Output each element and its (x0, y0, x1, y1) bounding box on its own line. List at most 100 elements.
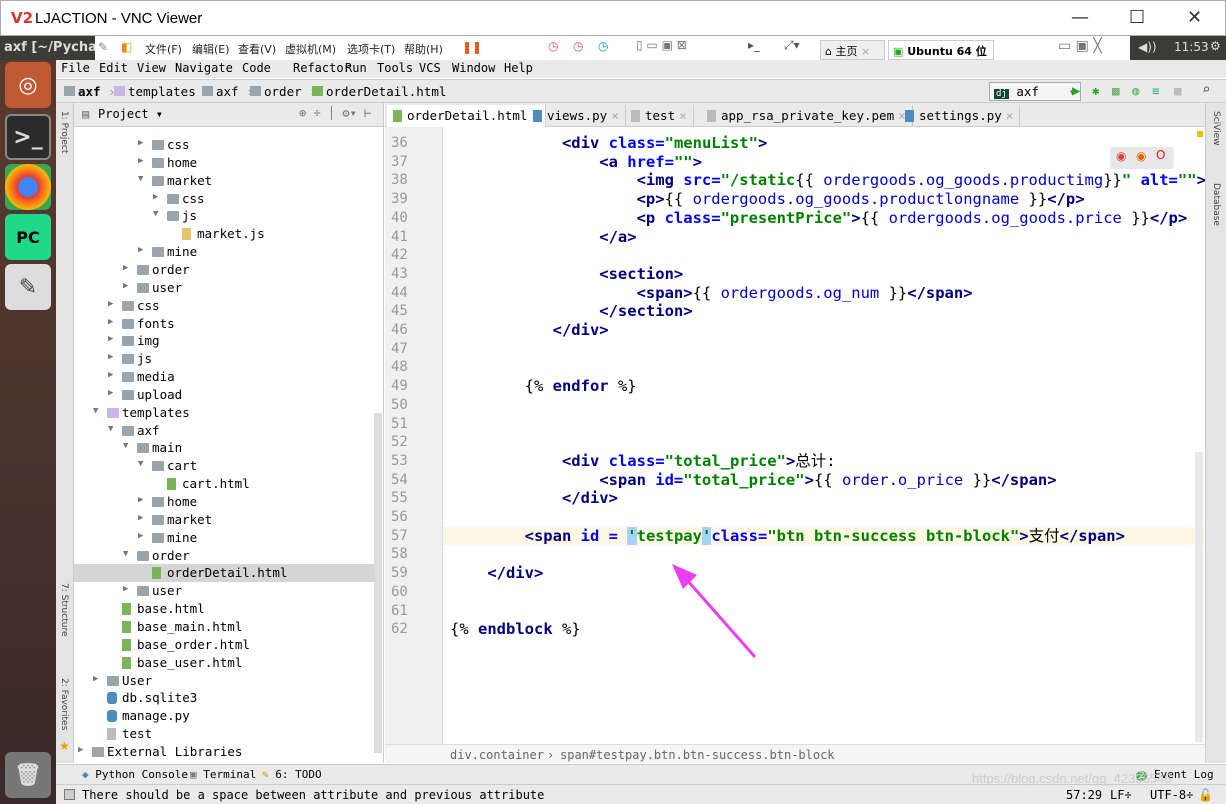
editor-tab[interactable]: settings.py × (899, 105, 1021, 127)
opera-preview-icon[interactable]: O (1156, 148, 1165, 162)
pause-icon[interactable]: ❚❚ (462, 40, 482, 54)
panel-actions[interactable]: ⊕ ÷ │ ⚙▾ ⊢ (299, 106, 371, 120)
tree-item[interactable]: base_main.html (74, 618, 382, 636)
code-line[interactable]: </section> (599, 302, 692, 321)
chevron-right-icon[interactable]: ▶ (93, 674, 98, 684)
tree-item[interactable]: test (74, 725, 382, 743)
tree-item[interactable]: ▶ fonts (74, 315, 382, 333)
menu-window[interactable]: Window (452, 61, 495, 75)
chevron-right-icon[interactable]: ▶ (108, 370, 113, 380)
crumb-span[interactable]: span#testpay.btn.btn-success.btn-block (560, 748, 835, 762)
vnc-menu-item[interactable]: 选项卡(T) (347, 41, 395, 57)
menu-tools[interactable]: Tools (377, 61, 413, 75)
tree-item[interactable]: cart.html (74, 475, 382, 493)
line-separator[interactable]: LF÷ (1110, 788, 1132, 802)
minimize-button[interactable]: — (1071, 7, 1089, 28)
tree-item[interactable]: ▶ img (74, 332, 382, 350)
file-encoding[interactable]: UTF-8÷ (1150, 788, 1193, 802)
code-line[interactable]: <p class="presentPrice">{{ ordergoods.og… (637, 209, 1188, 228)
tree-item[interactable]: ▶ mine (74, 529, 382, 547)
tree-item[interactable]: ▼ cart (74, 457, 382, 475)
menu-run[interactable]: Run (345, 61, 367, 75)
favorites-tool-button[interactable]: 2: Favorites (59, 678, 69, 730)
tree-item[interactable]: ▼ templates (74, 404, 382, 422)
tree-item[interactable]: ▶ user (74, 582, 382, 600)
tree-item[interactable]: ▼ order (74, 547, 382, 565)
project-tool-button[interactable]: 1: Project (59, 111, 69, 153)
snapshot-manager-icon[interactable]: ◷ (598, 39, 608, 53)
tree-item[interactable]: ▶ js (74, 350, 382, 368)
pycharm-icon[interactable]: PC (5, 214, 51, 260)
tree-scrollbar[interactable] (374, 413, 382, 753)
code-line[interactable]: <p>{{ ordergoods.og_goods.productlongnam… (637, 190, 1085, 209)
tab-home[interactable]: ⌂ 主页 × (820, 40, 885, 60)
code-line[interactable]: <section> (599, 265, 683, 284)
console-icon[interactable]: ▸_ (748, 38, 760, 52)
tab-ubuntu[interactable]: ▣ Ubuntu 64 位 × (888, 40, 994, 72)
stop-icon[interactable]: ■ (1174, 83, 1182, 98)
tree-item[interactable]: ▶ css (74, 190, 382, 208)
chevron-right-icon[interactable]: ▶ (108, 352, 113, 362)
chevron-right-icon[interactable]: ▶ (123, 584, 128, 594)
editor-tab[interactable]: orderDetail.html× (387, 105, 546, 127)
close-tab-icon[interactable]: × (679, 108, 687, 123)
run-icon[interactable]: ▶ (1072, 83, 1080, 99)
tree-item[interactable]: ▼ axf (74, 422, 382, 440)
code-line[interactable]: <div class="total_price">总计: (562, 452, 836, 471)
lock-icon[interactable]: 🔓 (1198, 788, 1213, 802)
tree-item[interactable]: manage.py (74, 707, 382, 725)
maximize-button[interactable]: ☐ (1129, 7, 1145, 28)
revert-icon[interactable]: ◷ (573, 39, 583, 53)
run-config-dropdown[interactable]: dj axf ▾ (989, 82, 1081, 101)
tree-item[interactable]: ▼ main (74, 439, 382, 457)
database-tool-button[interactable]: Database (1211, 183, 1221, 226)
close-tab-icon[interactable]: × (1006, 108, 1014, 123)
editor-tab[interactable]: test × (625, 105, 694, 127)
vm-window-controls[interactable]: ▭ ▣ ╳ (1058, 38, 1102, 54)
scientific-tool-button[interactable]: SciView (1211, 111, 1221, 146)
menu-code[interactable]: Code (242, 61, 271, 75)
tree-item[interactable]: market.js (74, 225, 382, 243)
code-line[interactable]: <span id="total_price">{{ order.o_price … (599, 471, 1056, 490)
tree-item[interactable]: ▶ order (74, 261, 382, 279)
close-tab-icon[interactable]: × (611, 108, 619, 123)
breadcrumb-item[interactable]: templates › (114, 84, 211, 99)
tree-item[interactable]: ▶Scratches and Consoles (74, 761, 382, 763)
tree-item[interactable]: ▼ market (74, 172, 382, 190)
menu-edit[interactable]: Edit (99, 61, 128, 75)
layout-icon[interactable]: ▯ ▭ ▣ ⊠ (636, 38, 687, 52)
tree-item[interactable]: ▶ User (74, 672, 382, 690)
chevron-down-icon[interactable]: ▼ (108, 424, 113, 434)
chrome-icon[interactable] (5, 164, 51, 210)
menu-navigate[interactable]: Navigate (175, 61, 233, 75)
editor-tab[interactable]: app_rsa_private_key.pem × (701, 105, 913, 127)
chevron-right-icon[interactable]: ▶ (108, 334, 113, 344)
menu-view[interactable]: View (137, 61, 166, 75)
terminal-button[interactable]: ▣ Terminal (190, 768, 256, 781)
profile-icon[interactable]: ◍ (1132, 83, 1140, 98)
chevron-right-icon[interactable]: ▶ (123, 281, 128, 291)
pin-icon[interactable]: ✎ (98, 40, 108, 54)
ubuntu-dash-icon[interactable]: ◎ (5, 62, 51, 108)
tree-item[interactable]: ▶ market (74, 511, 382, 529)
tree-item[interactable]: ▶ External Libraries (74, 743, 382, 761)
chevron-right-icon[interactable]: ▶ (138, 156, 143, 166)
chevron-right-icon[interactable]: ▶ (153, 192, 158, 202)
breadcrumb-item[interactable]: orderDetail.html (312, 84, 446, 99)
firefox-preview-icon[interactable]: ◉ (1136, 149, 1146, 163)
menu-help[interactable]: Help (504, 61, 533, 75)
vnc-menu-item[interactable]: 查看(V) (238, 41, 276, 57)
code-line[interactable]: </div> (553, 321, 609, 340)
tree-item[interactable]: ▶ upload (74, 386, 382, 404)
vnc-menu-item[interactable]: 虚拟机(M) (285, 41, 336, 57)
chevron-right-icon[interactable]: ▶ (108, 299, 113, 309)
chevron-right-icon[interactable]: ▶ (108, 388, 113, 398)
editor-scrollbar[interactable] (1195, 452, 1203, 742)
tree-item[interactable]: ▶ media (74, 368, 382, 386)
code-line[interactable]: <img src="/static{{ ordergoods.og_goods.… (637, 171, 1205, 190)
tree-item[interactable]: ▶ user (74, 279, 382, 297)
debug-icon[interactable]: ✱ (1092, 83, 1100, 98)
menu-vcs[interactable]: VCS (419, 61, 441, 75)
vnc-menu-item[interactable]: 帮助(H) (404, 41, 443, 57)
tree-item[interactable]: ▶ mine (74, 243, 382, 261)
